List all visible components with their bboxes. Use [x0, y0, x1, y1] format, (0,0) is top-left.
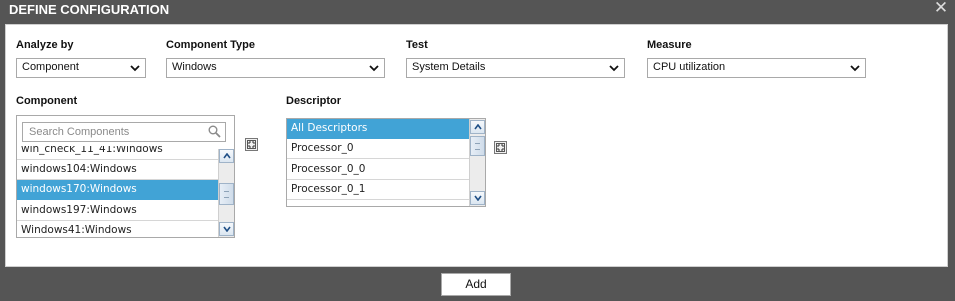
list-item[interactable]: Windows41:Windows [17, 221, 218, 237]
configuration-panel: Analyze by Component Component Type Wind… [5, 24, 948, 267]
list-item-selected[interactable]: All Descriptors [287, 119, 469, 139]
dialog-titlebar: DEFINE CONFIGURATION ✕ [0, 0, 955, 22]
descriptor-scrollbar[interactable] [469, 119, 485, 206]
list-item[interactable]: windows197:Windows [17, 201, 218, 221]
descriptor-label: Descriptor [286, 95, 342, 107]
scroll-thumb[interactable] [219, 183, 234, 205]
list-item[interactable]: Processor_0 [287, 139, 469, 159]
list-item[interactable]: Processor_0_1 [287, 180, 469, 200]
component-scrollbar[interactable] [218, 149, 234, 237]
list-item[interactable]: windows104:Windows [17, 160, 218, 180]
component-type-label: Component Type [166, 39, 256, 51]
test-label: Test [406, 39, 428, 51]
scroll-up-icon[interactable] [219, 149, 234, 163]
test-select[interactable]: System Details [406, 58, 625, 78]
search-placeholder: Search Components [29, 126, 130, 138]
chevron-down-icon [369, 62, 379, 74]
scroll-down-icon[interactable] [470, 191, 485, 205]
component-listbox: Search Components win_check_11_41:Window… [16, 115, 235, 238]
component-type-select[interactable]: Windows [166, 58, 385, 78]
component-type-value: Windows [172, 61, 217, 73]
dialog-title: DEFINE CONFIGURATION [9, 2, 170, 17]
list-item[interactable]: Processor_0_0 [287, 160, 469, 180]
expand-icon[interactable] [494, 141, 507, 154]
list-item[interactable]: win_check_11_41:Windows [17, 146, 218, 160]
chevron-down-icon [609, 62, 619, 74]
scroll-down-icon[interactable] [219, 222, 234, 236]
chevron-down-icon [130, 62, 140, 74]
analyze-by-label: Analyze by [16, 39, 74, 51]
measure-label: Measure [647, 39, 692, 51]
test-value: System Details [412, 61, 486, 73]
measure-select[interactable]: CPU utilization [647, 58, 866, 78]
analyze-by-value: Component [22, 61, 79, 73]
analyze-by-select[interactable]: Component [16, 58, 146, 78]
close-icon[interactable]: ✕ [933, 0, 949, 17]
chevron-down-icon [850, 62, 860, 74]
search-components-input[interactable]: Search Components [22, 122, 226, 142]
descriptor-listbox: All Descriptors Processor_0 Processor_0_… [286, 118, 486, 207]
component-label: Component [16, 95, 78, 107]
list-item-selected[interactable]: windows170:Windows [17, 180, 218, 200]
descriptor-items: All Descriptors Processor_0 Processor_0_… [287, 119, 469, 206]
expand-icon[interactable] [245, 138, 258, 151]
scroll-thumb[interactable] [470, 136, 485, 156]
component-items: win_check_11_41:Windows windows104:Windo… [17, 146, 218, 237]
add-button[interactable]: Add [441, 273, 511, 296]
scroll-up-icon[interactable] [470, 120, 485, 134]
measure-value: CPU utilization [653, 61, 726, 73]
search-icon[interactable] [208, 125, 221, 138]
